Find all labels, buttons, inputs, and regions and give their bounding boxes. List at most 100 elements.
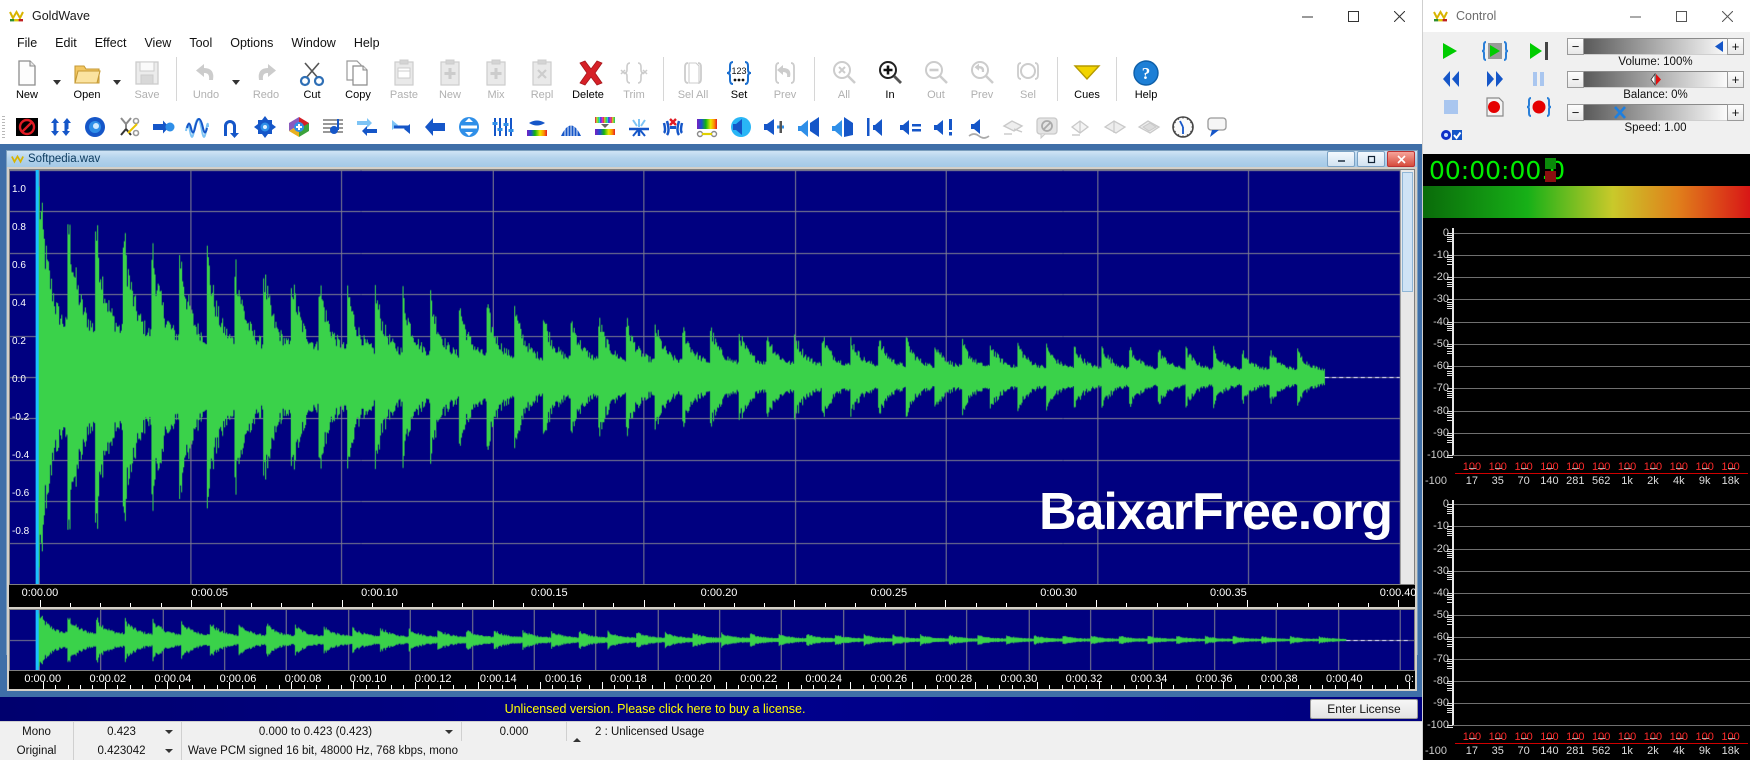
spectrum-bottom[interactable]: 0 -10 -20 -30 -40 -50 -60 -70 -80 -90 -100: [1423, 490, 1750, 736]
fx-button-dynamics-2[interactable]: [78, 112, 112, 142]
toolbar-button-help-27[interactable]: ? Help: [1123, 55, 1169, 109]
document-restore-button[interactable]: [1357, 151, 1385, 167]
fx-button-stereo-gray-29[interactable]: [996, 112, 1030, 142]
fx-button-filter-wave-5[interactable]: [180, 112, 214, 142]
fx-button-doppler-9[interactable]: [316, 112, 350, 142]
document-minimize-button[interactable]: [1327, 151, 1355, 167]
fx-button-channel-mixer-13[interactable]: [452, 112, 486, 142]
status-selection-dropdown-icon[interactable]: [443, 729, 455, 734]
license-message[interactable]: Unlicensed version. Please click here to…: [0, 697, 1310, 721]
overview-waveform[interactable]: [9, 609, 1415, 672]
toolbar-button-cues-25[interactable]: Cues: [1064, 55, 1110, 109]
menu-tool[interactable]: Tool: [180, 34, 221, 52]
play-to-end-button[interactable]: [1517, 38, 1561, 66]
fx-button-resonant-filter-16[interactable]: [554, 112, 588, 142]
chevron-down-icon[interactable]: [110, 55, 124, 109]
fx-button-stereo-wide-33[interactable]: [1132, 112, 1166, 142]
fx-button-flanger-11[interactable]: [384, 112, 418, 142]
balance-slider-knob[interactable]: [1650, 72, 1662, 87]
spectrum-top[interactable]: 0 -10 -20 -30 -40 -50 -60 -70 -80 -90 -100: [1423, 218, 1750, 466]
volume-slider-knob[interactable]: [1712, 40, 1726, 53]
minimize-button[interactable]: [1284, 0, 1330, 32]
enter-license-button[interactable]: Enter License: [1310, 699, 1418, 719]
play-button[interactable]: [1429, 38, 1473, 66]
menu-edit[interactable]: Edit: [46, 34, 86, 52]
waveform-display[interactable]: 1.0 0.8 0.6 0.4 0.2 0.0 -0.2 -0.4 -0.6 -0.8 Baixa…: [9, 169, 1415, 586]
fx-button-volume-21[interactable]: [724, 112, 758, 142]
volume-decrease-button[interactable]: −: [1567, 38, 1584, 55]
toolbar-button-copy-7[interactable]: Copy: [335, 55, 381, 109]
fx-button-stereo-shape-32[interactable]: [1098, 112, 1132, 142]
toolbar-button-in-20[interactable]: In: [867, 55, 913, 109]
fx-button-smoother-20[interactable]: [690, 112, 724, 142]
waveform-vertical-scrollbar[interactable]: [1400, 170, 1414, 585]
fx-button-parametric-eq-15[interactable]: [520, 112, 554, 142]
fx-button-volume-warn-27[interactable]: [928, 112, 962, 142]
fx-button-spectrum-filter-17[interactable]: [588, 112, 622, 142]
toolbar-button-cut-6[interactable]: Cut: [289, 55, 335, 109]
fx-button-volume-shape-22[interactable]: [758, 112, 792, 142]
record-options-button[interactable]: [1429, 122, 1473, 150]
speed-decrease-button[interactable]: −: [1567, 104, 1584, 121]
menu-options[interactable]: Options: [221, 34, 282, 52]
speed-increase-button[interactable]: +: [1727, 104, 1744, 121]
status-exact-length[interactable]: 0.423042: [74, 741, 182, 760]
fx-button-compressor-expander-3[interactable]: [112, 112, 146, 142]
fx-button-noise-reduction-18[interactable]: [622, 112, 656, 142]
overview-time-ruler[interactable]: 0:00.00 0:00.02 0:00.04 0:00.06 0:00.08 0:00.…: [9, 671, 1415, 690]
toolbar-grip[interactable]: [2, 114, 10, 140]
control-maximize-button[interactable]: [1658, 0, 1704, 32]
balance-decrease-button[interactable]: −: [1567, 71, 1584, 88]
maximize-button[interactable]: [1330, 0, 1376, 32]
status-usage-up-icon[interactable]: [567, 722, 589, 742]
fx-button-pan-gray-31[interactable]: [1064, 112, 1098, 142]
toolbar-button-open-1[interactable]: Open: [64, 55, 110, 109]
fx-button-no-effect-0[interactable]: [10, 112, 44, 142]
fast-forward-button[interactable]: [1473, 66, 1517, 94]
toolbar-button-delete-12[interactable]: Delete: [565, 55, 611, 109]
volume-increase-button[interactable]: +: [1727, 38, 1744, 55]
fx-button-pitch-10[interactable]: [350, 112, 384, 142]
status-length[interactable]: 0.423: [74, 722, 182, 741]
fx-button-comment-balloon-35[interactable]: [1200, 112, 1234, 142]
toolbar-button-set-16[interactable]: 123 Set: [716, 55, 762, 109]
fx-button-offset-4[interactable]: [146, 112, 180, 142]
status-length-dropdown-icon[interactable]: [163, 729, 175, 734]
status-selection[interactable]: 0.000 to 0.423 (0.423): [182, 722, 462, 741]
volume-slider-track[interactable]: [1584, 38, 1727, 55]
menu-view[interactable]: View: [135, 34, 180, 52]
document-close-button[interactable]: [1387, 151, 1415, 167]
balance-slider-track[interactable]: [1584, 71, 1727, 88]
control-minimize-button[interactable]: [1612, 0, 1658, 32]
toolbar-button-new-0[interactable]: New: [4, 55, 50, 109]
fx-button-volume-envelope-28[interactable]: [962, 112, 996, 142]
chevron-down-icon[interactable]: [229, 55, 243, 109]
speed-slider-track[interactable]: [1584, 104, 1727, 121]
fx-button-clock-time-34[interactable]: [1166, 112, 1200, 142]
fx-button-left-arrow-12[interactable]: [418, 112, 452, 142]
speed-slider-knob[interactable]: [1613, 106, 1627, 119]
chevron-down-icon[interactable]: [50, 55, 64, 109]
balance-increase-button[interactable]: +: [1727, 71, 1744, 88]
menu-help[interactable]: Help: [345, 34, 389, 52]
menu-file[interactable]: File: [8, 34, 46, 52]
fx-button-no-stereo-30[interactable]: [1030, 112, 1064, 142]
record-selection-button[interactable]: [1517, 94, 1561, 122]
fx-button-equalizer-sliders-14[interactable]: [486, 112, 520, 142]
menu-window[interactable]: Window: [282, 34, 344, 52]
fx-button-pop-click-filter-19[interactable]: [656, 112, 690, 142]
fx-button-fade-out-24[interactable]: [826, 112, 860, 142]
play-selection-button[interactable]: [1473, 38, 1517, 66]
status-exact-length-dropdown-icon[interactable]: [163, 748, 175, 753]
fx-button-match-volume-25[interactable]: [860, 112, 894, 142]
rewind-button[interactable]: [1429, 66, 1473, 94]
record-new-button[interactable]: [1473, 94, 1517, 122]
fx-button-bass-boost-7[interactable]: [248, 112, 282, 142]
fx-button-equal-volume-26[interactable]: [894, 112, 928, 142]
fx-button-multi-effect-8[interactable]: [282, 112, 316, 142]
control-close-button[interactable]: [1704, 0, 1750, 32]
fx-button-fade-in-23[interactable]: [792, 112, 826, 142]
time-ruler[interactable]: 0:00.00 0:00.05 0:00.10 0:00.15 0:00.20 0:00.…: [9, 585, 1416, 608]
menu-effect[interactable]: Effect: [86, 34, 136, 52]
close-button[interactable]: [1376, 0, 1422, 32]
